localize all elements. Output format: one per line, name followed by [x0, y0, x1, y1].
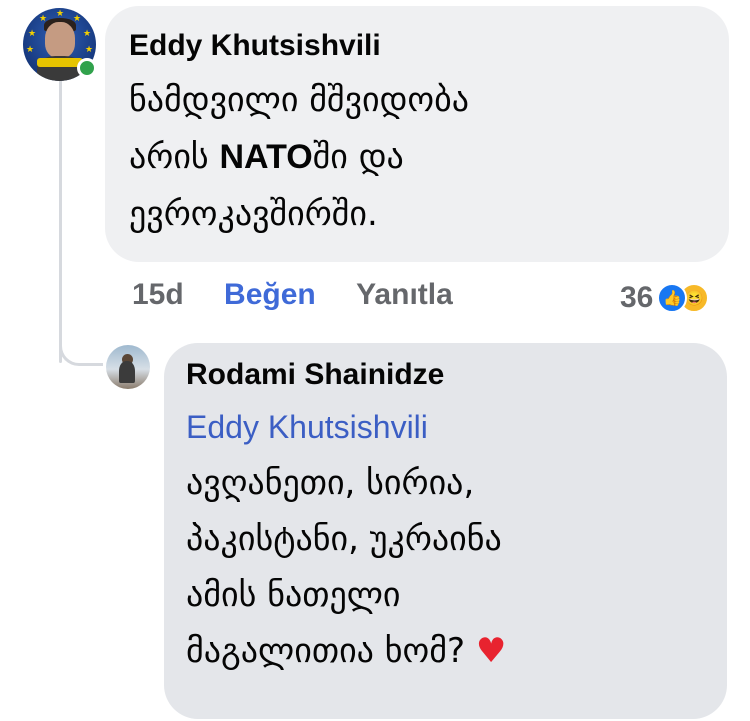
reply-text: ავღანეთი, სირია, პაკისტანი, უკრაინა ამის…: [186, 455, 705, 679]
comment-line-2-rest: ში და: [312, 137, 404, 177]
reply-bubble: Rodami Shainidze Eddy Khutsishvili ავღან…: [164, 343, 727, 719]
avatar-rodami[interactable]: [106, 345, 150, 389]
comment-actions: 15d Beğen Yanıtla: [132, 278, 485, 318]
comment-author[interactable]: Eddy Khutsishvili: [129, 28, 705, 64]
reply-line-3: ამის ნათელი: [186, 575, 401, 615]
thread-line: [59, 78, 62, 363]
reaction-count: 36: [620, 281, 654, 314]
eu-star-icon: ★: [85, 45, 94, 55]
reply-mention-link[interactable]: Eddy Khutsishvili: [186, 399, 705, 455]
reply-line-4: მაგალითია ხომ?: [186, 631, 466, 671]
avatar-figure: [119, 361, 135, 383]
reply-line-2: პაკისტანი, უკრაინა: [186, 519, 502, 559]
avatar-face: [45, 22, 75, 58]
eu-star-icon: ★: [26, 45, 35, 55]
comment-line-3: ევროკავშირში.: [129, 194, 378, 234]
eu-star-icon: ★: [83, 29, 92, 39]
comment-line-1: ნამდვილი მშვიდობა: [129, 80, 470, 120]
reply-author[interactable]: Rodami Shainidze: [186, 357, 705, 393]
comment-text: ნამდვილი მშვიდობა არის NATOში და ევროკავ…: [129, 72, 705, 243]
comment-bubble: Eddy Khutsishvili ნამდვილი მშვიდობა არის…: [105, 6, 729, 262]
reply-line-1: ავღანეთი, სირია,: [186, 463, 475, 503]
comment-line-2: არის: [129, 137, 220, 177]
eu-star-icon: ★: [73, 14, 82, 24]
thread-connector: [59, 340, 103, 366]
eu-star-icon: ★: [56, 9, 65, 19]
comment-timestamp[interactable]: 15d: [132, 278, 184, 312]
eu-star-icon: ★: [28, 29, 37, 39]
like-button[interactable]: Beğen: [224, 278, 316, 312]
reactions-summary[interactable]: 36 👍 😆: [620, 280, 710, 316]
eu-star-icon: ★: [39, 14, 48, 24]
reply-button[interactable]: Yanıtla: [356, 278, 453, 312]
online-status-icon: [77, 58, 97, 78]
heart-icon: ♥: [475, 631, 507, 671]
comment-bold-word: NATO: [219, 138, 313, 176]
